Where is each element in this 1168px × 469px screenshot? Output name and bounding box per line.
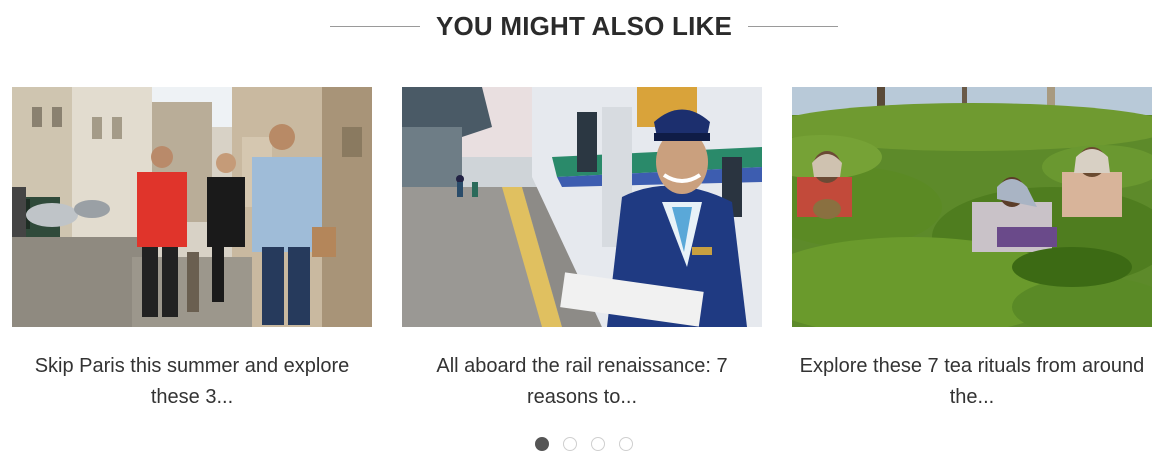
card-title[interactable]: All aboard the rail renaissance: 7 reaso…	[402, 351, 762, 413]
article-card-rail[interactable]: All aboard the rail renaissance: 7 reaso…	[402, 87, 762, 417]
carousel-pagination	[0, 436, 1168, 452]
card-carousel: Skip Paris this summer and explore these…	[12, 87, 1153, 417]
tea-plantation-photo[interactable]	[792, 87, 1152, 327]
section-header: YOU MIGHT ALSO LIKE	[0, 0, 1168, 52]
article-card-paris[interactable]: Skip Paris this summer and explore these…	[12, 87, 372, 417]
card-title[interactable]: Explore these 7 tea rituals from around …	[792, 351, 1152, 413]
paris-street-photo[interactable]	[12, 87, 372, 327]
title-rule-left	[329, 25, 420, 27]
article-card-tea[interactable]: Explore these 7 tea rituals from around …	[792, 87, 1152, 417]
title-rule-right	[748, 25, 839, 27]
section-title: YOU MIGHT ALSO LIKE	[435, 11, 733, 41]
carousel-dot-1[interactable]	[535, 437, 549, 451]
carousel-dot-3[interactable]	[591, 437, 605, 451]
carousel-dot-4[interactable]	[619, 437, 633, 451]
card-title[interactable]: Skip Paris this summer and explore these…	[12, 351, 372, 413]
train-platform-photo[interactable]	[402, 87, 762, 327]
carousel-dot-2[interactable]	[563, 437, 577, 451]
